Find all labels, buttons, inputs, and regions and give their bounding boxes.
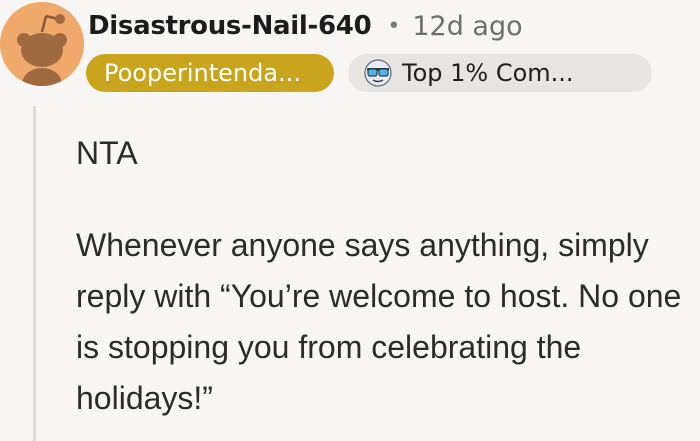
timestamp[interactable]: 12d ago xyxy=(412,11,522,42)
comment: Disastrous-Nail-640 • 12d ago Pooperinte… xyxy=(0,0,700,441)
badge-label: Top 1% Com... xyxy=(402,59,574,87)
comment-paragraph: NTA xyxy=(76,135,138,171)
user-flair: Pooperintenda... xyxy=(86,54,334,92)
comment-body: NTA Whenever anyone says anything, simpl… xyxy=(76,128,696,424)
comment-header: Disastrous-Nail-640 • 12d ago xyxy=(88,6,523,46)
username-link[interactable]: Disastrous-Nail-640 xyxy=(88,11,372,41)
separator-dot: • xyxy=(387,13,401,39)
sunglasses-face-icon xyxy=(364,59,392,87)
avatar[interactable] xyxy=(0,2,84,86)
achievement-badge[interactable]: Top 1% Com... xyxy=(348,54,652,92)
flair-row: Pooperintenda... Top 1% Com... xyxy=(86,54,652,92)
thread-line[interactable] xyxy=(33,106,36,441)
snoo-avatar-icon xyxy=(0,2,84,86)
comment-paragraph: Whenever anyone says anything, simply re… xyxy=(76,227,682,416)
